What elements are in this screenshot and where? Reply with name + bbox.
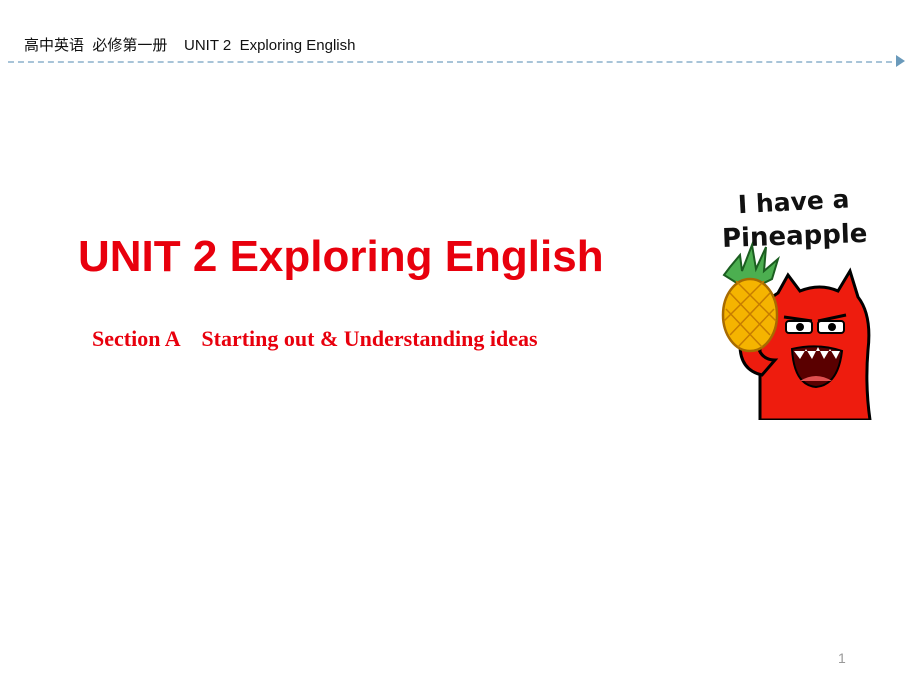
- pineapple-icon: [721, 241, 780, 353]
- page-number: 1: [838, 650, 846, 666]
- sticker-caption-line1: I have a: [737, 184, 850, 219]
- header-text: 高中英语 必修第一册 UNIT 2 Exploring English: [24, 37, 356, 54]
- slide-subtitle: Section A Starting out & Understanding i…: [92, 326, 538, 351]
- header-divider: [8, 61, 892, 63]
- slide-title: UNIT 2 Exploring English: [78, 232, 604, 281]
- pineapple-monster-illustration: I have a Pineapple: [721, 184, 872, 420]
- triangle-marker-icon: [896, 55, 905, 67]
- sticker-caption-line2: Pineapple: [722, 219, 868, 254]
